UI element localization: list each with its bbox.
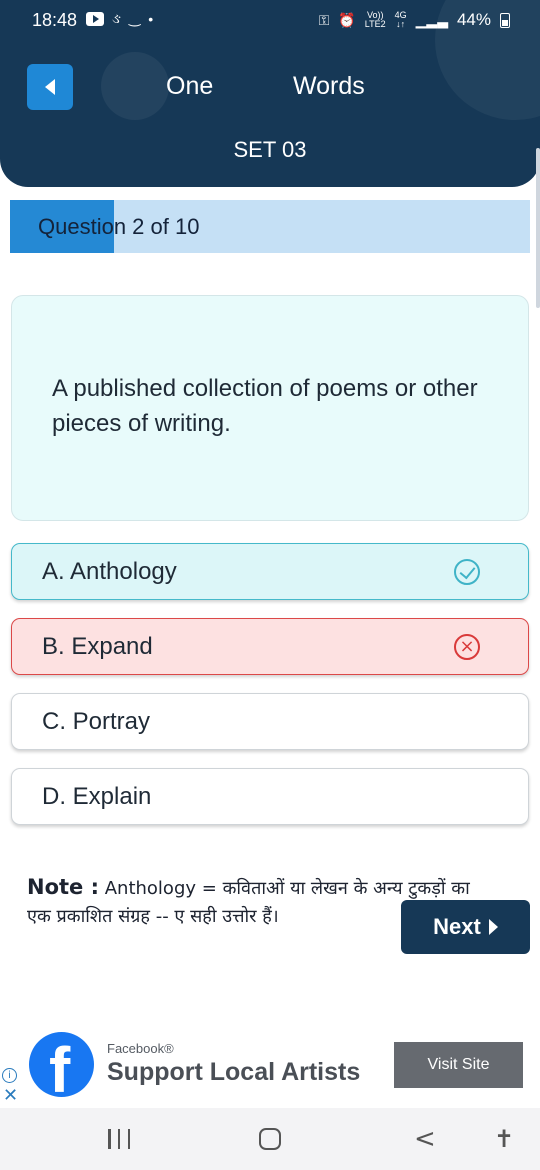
nav-back-icon[interactable]: < xyxy=(414,1126,436,1152)
ad-title[interactable]: Support Local Artists xyxy=(107,1058,360,1087)
check-circle-icon xyxy=(454,559,480,585)
ad-brand: Facebook® xyxy=(107,1041,174,1056)
lte-label: LTE2 xyxy=(364,19,386,29)
system-navigation-bar: < ✝ xyxy=(0,1108,540,1170)
note-line-2: एक प्रकाशित संग्रह -- ए सही उत्तोर हैं। xyxy=(27,906,279,927)
app-header: 18:48 ઙ ‿ • ⚿ ⏰ Vo)) LTE2 4G ↓↑ ▁▂▃ 44% … xyxy=(0,0,540,187)
play-arrow-icon xyxy=(488,919,498,935)
recents-icon[interactable] xyxy=(108,1129,130,1149)
home-icon[interactable] xyxy=(259,1128,281,1150)
header-title-words: Words xyxy=(293,72,365,100)
alarm-icon: ⏰ xyxy=(338,11,356,28)
next-button-label: Next xyxy=(433,914,481,939)
option-b[interactable]: B. Expand × xyxy=(11,618,529,675)
note-heading: Note : xyxy=(27,875,99,899)
ad-close-icon[interactable]: ✕ xyxy=(3,1085,18,1106)
status-bar: 18:48 ઙ ‿ • ⚿ ⏰ Vo)) LTE2 4G ↓↑ ▁▂▃ 44% xyxy=(0,0,540,40)
data-indicator: 4G ↓↑ xyxy=(395,11,407,29)
decorative-circle xyxy=(101,52,169,120)
visit-site-button[interactable]: Visit Site xyxy=(394,1042,523,1088)
notification-icons: ઙ ‿ • xyxy=(86,10,153,27)
back-arrow-icon xyxy=(45,79,55,95)
question-card: A published collection of poems or other… xyxy=(11,295,529,521)
status-time: 18:48 xyxy=(32,10,78,30)
option-label: A. Anthology xyxy=(42,558,177,585)
option-a[interactable]: A. Anthology xyxy=(11,543,529,600)
status-right-icons: ⚿ ⏰ Vo)) LTE2 4G ↓↑ ▁▂▃ 44% xyxy=(319,10,510,30)
battery-icon xyxy=(500,12,510,28)
volte-indicator: Vo)) LTE2 xyxy=(365,11,386,29)
battery-percent: 44% xyxy=(456,10,491,29)
question-progress-bar: Question 2 of 10 xyxy=(10,200,530,253)
facebook-logo-icon[interactable]: f xyxy=(29,1032,94,1097)
note-word: Anthology xyxy=(104,878,197,899)
note-meaning: = कविताओं या लेखन के अन्य टुकड़ों का xyxy=(201,878,470,899)
set-label: SET 03 xyxy=(233,137,307,162)
data-arrows-label: ↓↑ xyxy=(396,19,406,29)
option-label: C. Portray xyxy=(42,708,151,735)
scrollbar[interactable] xyxy=(536,148,540,308)
accessibility-icon[interactable]: ✝ xyxy=(494,1126,514,1152)
cross-circle-icon: × xyxy=(454,634,480,660)
header-title-one: One xyxy=(166,72,214,100)
option-c[interactable]: C. Portray xyxy=(11,693,529,750)
app-notification-icon: ઙ xyxy=(112,10,121,26)
ad-info-icon[interactable]: i xyxy=(2,1068,17,1083)
signal-icon: ▁▂▃ xyxy=(415,11,448,28)
option-label: B. Expand xyxy=(42,633,153,660)
option-d[interactable]: D. Explain xyxy=(11,768,529,825)
question-text: A published collection of poems or other… xyxy=(52,375,478,437)
facebook-logo-letter: f xyxy=(49,1034,71,1097)
vpn-key-icon: ⚿ xyxy=(318,11,330,28)
next-button[interactable]: Next xyxy=(401,900,530,954)
option-label: D. Explain xyxy=(42,783,152,810)
youtube-icon xyxy=(86,11,104,26)
smile-icon: ‿ xyxy=(128,10,141,26)
progress-label: Question 2 of 10 xyxy=(38,214,200,239)
dot-icon: • xyxy=(148,10,154,27)
back-button[interactable] xyxy=(27,64,73,110)
